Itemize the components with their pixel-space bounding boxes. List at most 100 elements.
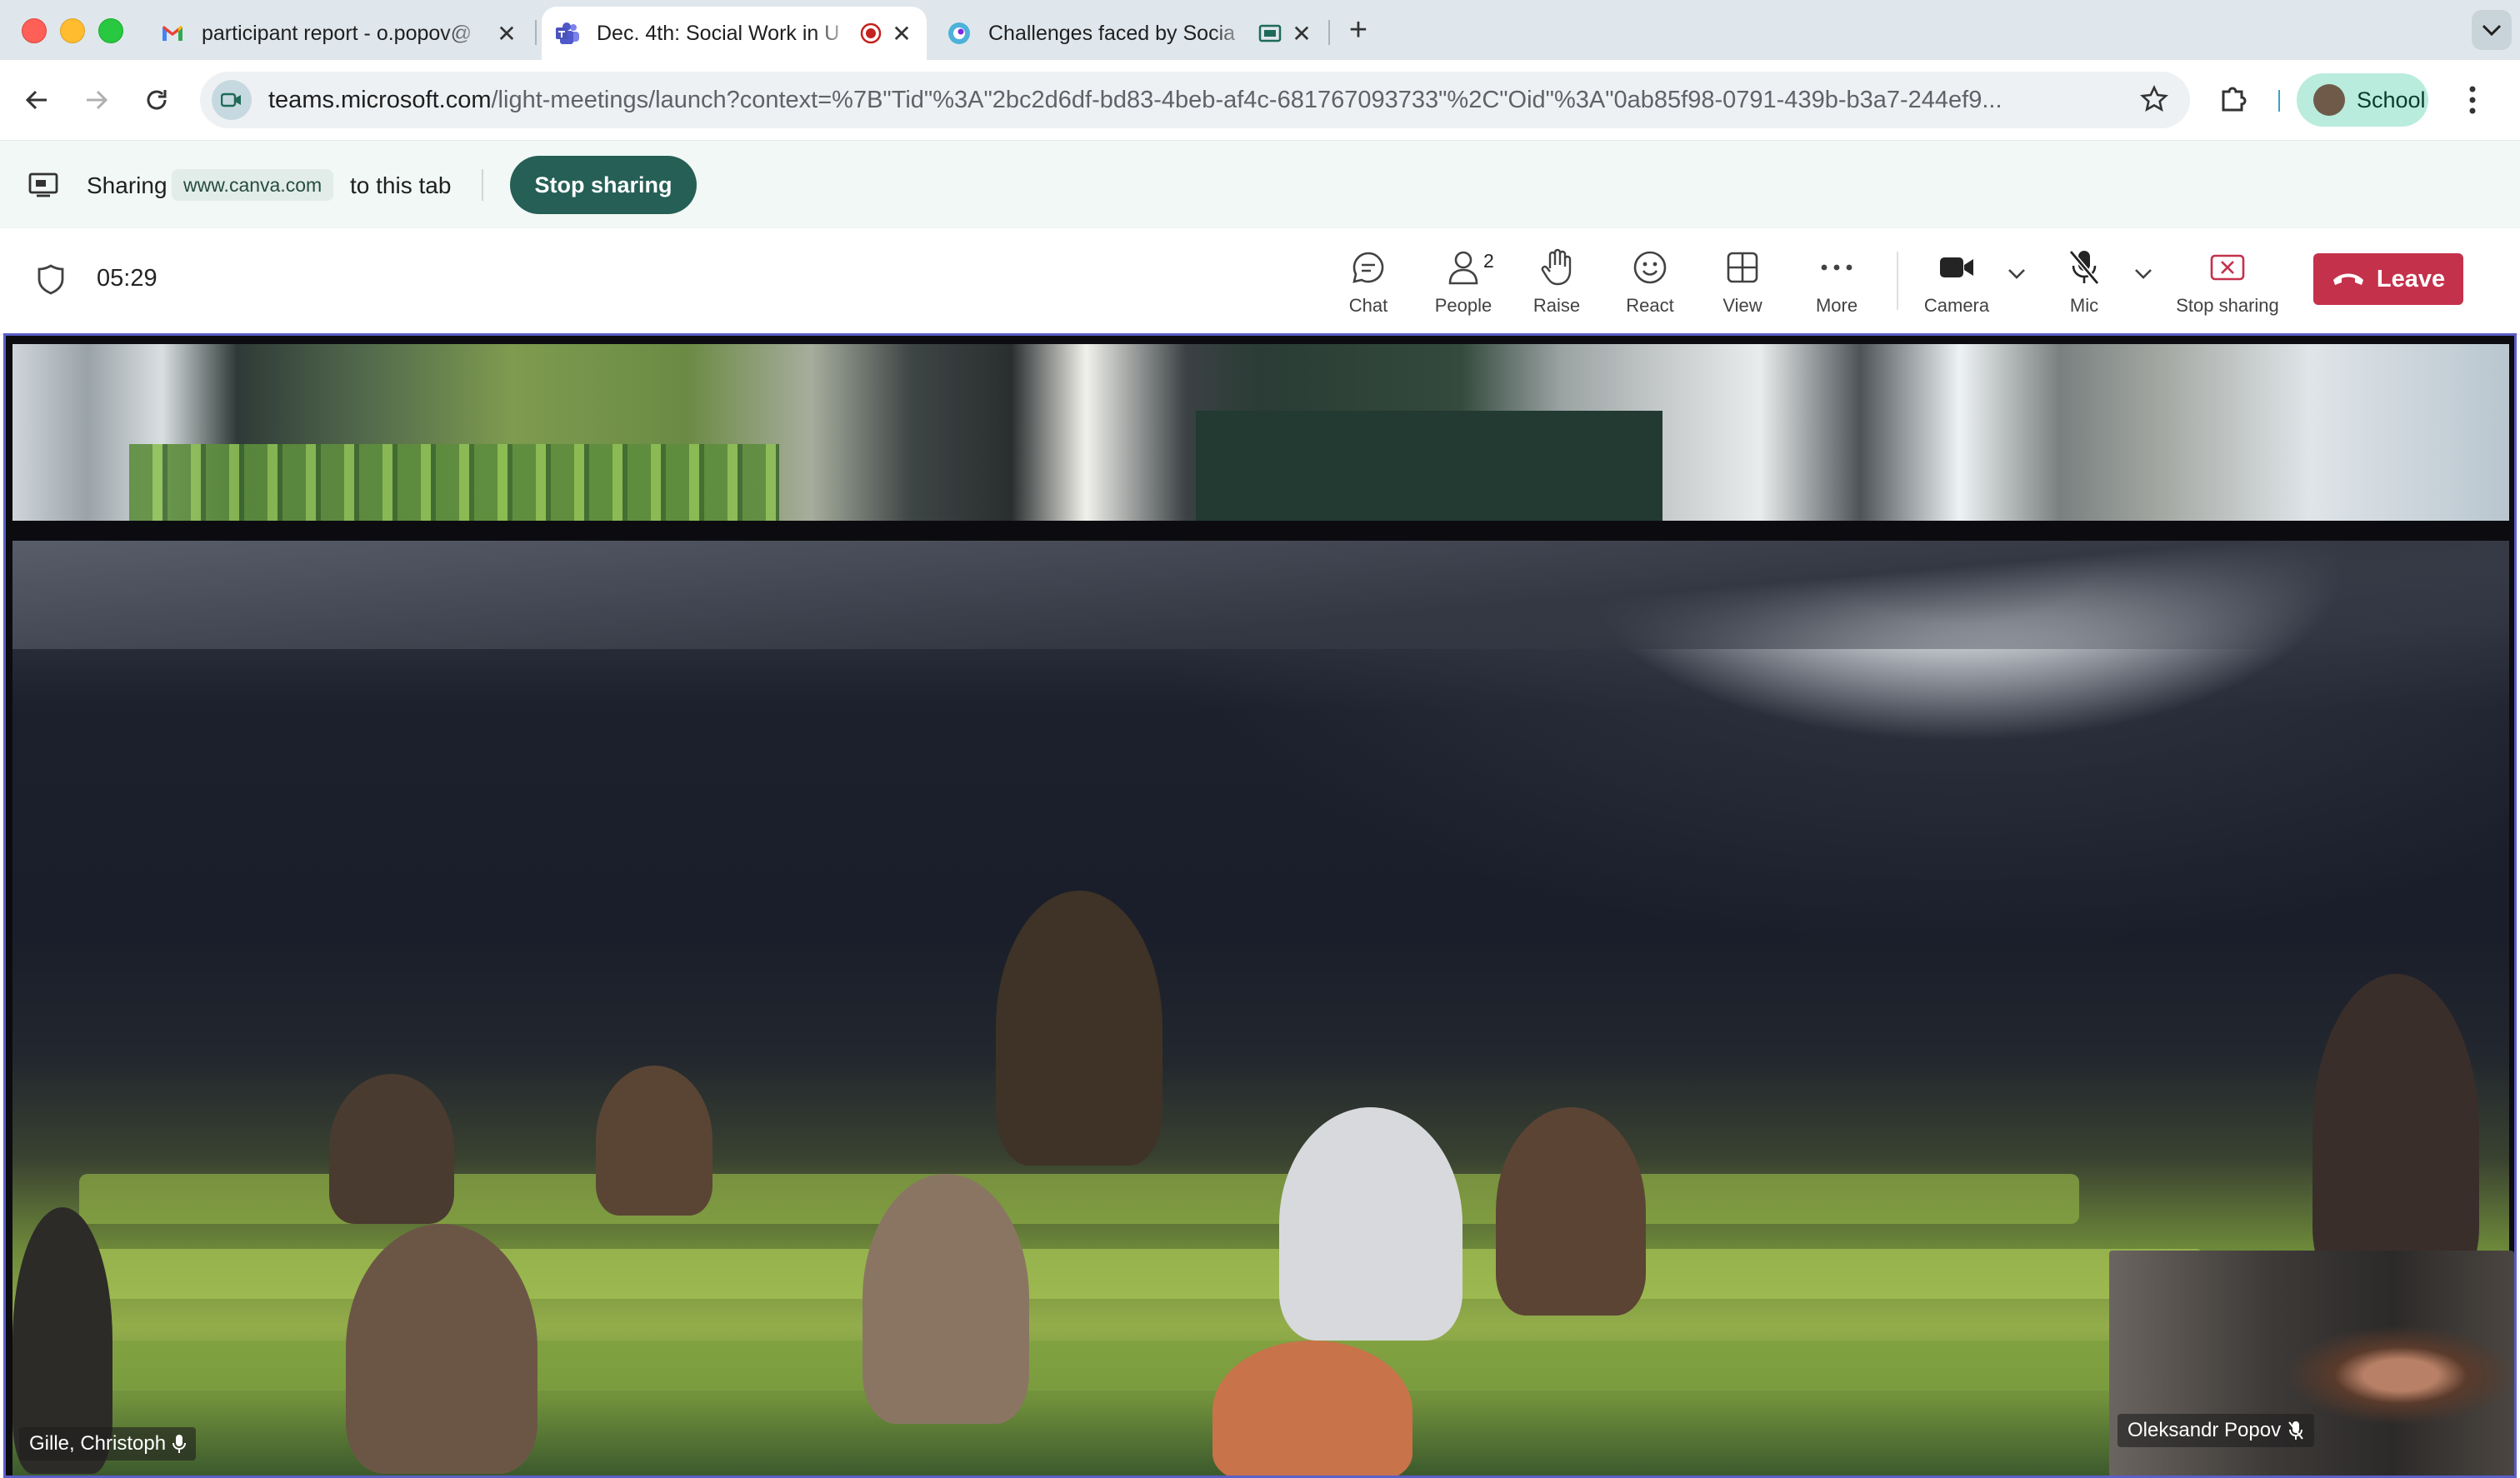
chat-button[interactable]: Chat (1345, 245, 1392, 325)
profile-button[interactable]: School (2297, 73, 2428, 127)
tab-teams-meeting[interactable]: Dec. 4th: Social Work in U ✕ (542, 7, 927, 60)
chevron-down-icon (2482, 24, 2502, 37)
sharing-suffix: to this tab (350, 172, 452, 198)
mic-off-icon (2288, 1421, 2303, 1440)
people-label: People (1434, 295, 1492, 316)
standing-person (2312, 974, 2479, 1291)
screen-share-icon (1258, 23, 1282, 43)
arrow-left-icon (25, 90, 47, 110)
avatar (2313, 84, 2345, 116)
mic-off-icon (2068, 245, 2101, 290)
self-name-tag: Oleksandr Popov (2118, 1414, 2315, 1447)
tab-divider (535, 20, 537, 45)
seated-person (862, 1174, 1029, 1424)
new-tab-button[interactable]: + (1340, 12, 1377, 48)
toolbar-divider (2278, 90, 2280, 112)
camera-label: Camera (1923, 295, 1990, 316)
close-tab-icon[interactable]: ✕ (890, 20, 913, 47)
seated-person (346, 1224, 538, 1474)
more-label: More (1815, 295, 1858, 316)
people-icon: 2 (1447, 245, 1494, 290)
site-camera-indicator-icon[interactable] (212, 80, 252, 120)
meeting-timer: 05:29 (97, 265, 158, 292)
react-label: React (1626, 295, 1674, 316)
standing-person (996, 891, 1162, 1166)
stop-sharing-label: Stop sharing (2176, 295, 2279, 316)
url-host: teams.microsoft.com (268, 86, 492, 113)
browser-toolbar: teams.microsoft.com/light-meetings/launc… (0, 60, 2520, 140)
self-name: Oleksandr Popov (2128, 1419, 2282, 1441)
stop-sharing-tab-button[interactable]: Stop sharing (510, 156, 697, 214)
seated-person (1279, 1107, 1462, 1341)
stop-sharing-button[interactable]: Stop sharing (2172, 245, 2283, 325)
seated-person (329, 1074, 454, 1224)
seated-person (1212, 1341, 1412, 1476)
tab-canva[interactable]: Challenges faced by Socia ✕ (933, 7, 1327, 60)
stop-share-icon (2209, 245, 2246, 290)
react-button[interactable]: React (1625, 245, 1675, 325)
close-tab-icon[interactable]: ✕ (495, 20, 518, 47)
grid-view-icon (1725, 245, 1760, 290)
browser-menu-icon[interactable] (2467, 83, 2478, 121)
forward-button[interactable] (77, 80, 117, 120)
self-view-video[interactable]: Oleksandr Popov (2109, 1251, 2514, 1476)
smiley-icon (1632, 245, 1668, 290)
participant-name-tag: Gille, Christoph (19, 1427, 197, 1461)
seated-person (1496, 1107, 1646, 1316)
seated-person (596, 1066, 712, 1216)
people-button[interactable]: 2 People (1430, 245, 1497, 325)
view-button[interactable]: View (1720, 245, 1765, 325)
tab-title: participant report - o.popov@ (202, 21, 472, 45)
browser-tab-strip: participant report - o.popov@ ✕ Dec. 4th… (0, 0, 2520, 60)
mic-label: Mic (2069, 295, 2099, 316)
shield-icon[interactable] (37, 263, 65, 299)
chat-label: Chat (1348, 295, 1388, 316)
tab-sharing-bar: Sharing www.canva.com to this tab Stop s… (0, 140, 2520, 229)
tab-title: Dec. 4th: Social Work in U (597, 21, 840, 45)
more-horizontal-icon (1820, 245, 1853, 290)
tab-title: Challenges faced by Socia (988, 21, 1236, 45)
camera-icon (1938, 245, 1975, 290)
hang-up-icon (2332, 273, 2363, 285)
screen-share-icon (28, 172, 58, 202)
tab-divider (1328, 20, 1330, 45)
camera-button[interactable]: Camera (1922, 245, 1992, 325)
controls-divider (1897, 252, 1898, 310)
more-button[interactable]: More (1813, 245, 1860, 325)
tab-gmail[interactable]: participant report - o.popov@ ✕ (147, 7, 532, 60)
back-button[interactable] (17, 80, 57, 120)
minimize-window-button[interactable] (60, 18, 85, 43)
extensions-puzzle-icon[interactable] (2217, 82, 2250, 119)
camera-options-chevron-down-icon[interactable] (2007, 267, 2027, 284)
meeting-stage: Gille, Christoph Oleksandr Popov (3, 333, 2517, 1478)
teams-icon (555, 21, 580, 46)
ceiling-area (12, 541, 2509, 649)
canva-icon (947, 21, 972, 46)
mic-options-chevron-down-icon[interactable] (2133, 267, 2153, 284)
people-count: 2 (1483, 250, 1494, 272)
close-tab-icon[interactable]: ✕ (1290, 20, 1313, 47)
bookmark-star-icon[interactable] (2139, 84, 2169, 117)
sharing-divider (482, 169, 483, 201)
chalkboard (1196, 411, 1662, 521)
url-text: teams.microsoft.com/light-meetings/launc… (268, 87, 2135, 114)
view-label: View (1722, 295, 1762, 316)
raise-hand-icon (1540, 245, 1573, 290)
participant-name: Gille, Christoph (29, 1432, 167, 1455)
mic-button[interactable]: Mic (2063, 245, 2105, 325)
reload-icon (147, 90, 167, 110)
leave-label: Leave (2376, 265, 2446, 292)
mic-icon (172, 1435, 187, 1453)
raise-hand-button[interactable]: Raise (1532, 245, 1582, 325)
meeting-controls-bar: 05:29 Chat 2 People Raise React View Mor… (0, 228, 2520, 333)
leave-button[interactable]: Leave (2313, 253, 2463, 305)
tab-search-button[interactable] (2472, 10, 2512, 50)
address-bar[interactable]: teams.microsoft.com/light-meetings/launc… (200, 72, 2190, 128)
lecture-hall-seats (129, 444, 779, 521)
zoom-window-button[interactable] (98, 18, 123, 43)
close-window-button[interactable] (22, 18, 47, 43)
gmail-icon (160, 21, 185, 46)
raise-label: Raise (1532, 295, 1581, 316)
shared-domain: www.canva.com (172, 169, 334, 201)
reload-button[interactable] (137, 80, 177, 120)
